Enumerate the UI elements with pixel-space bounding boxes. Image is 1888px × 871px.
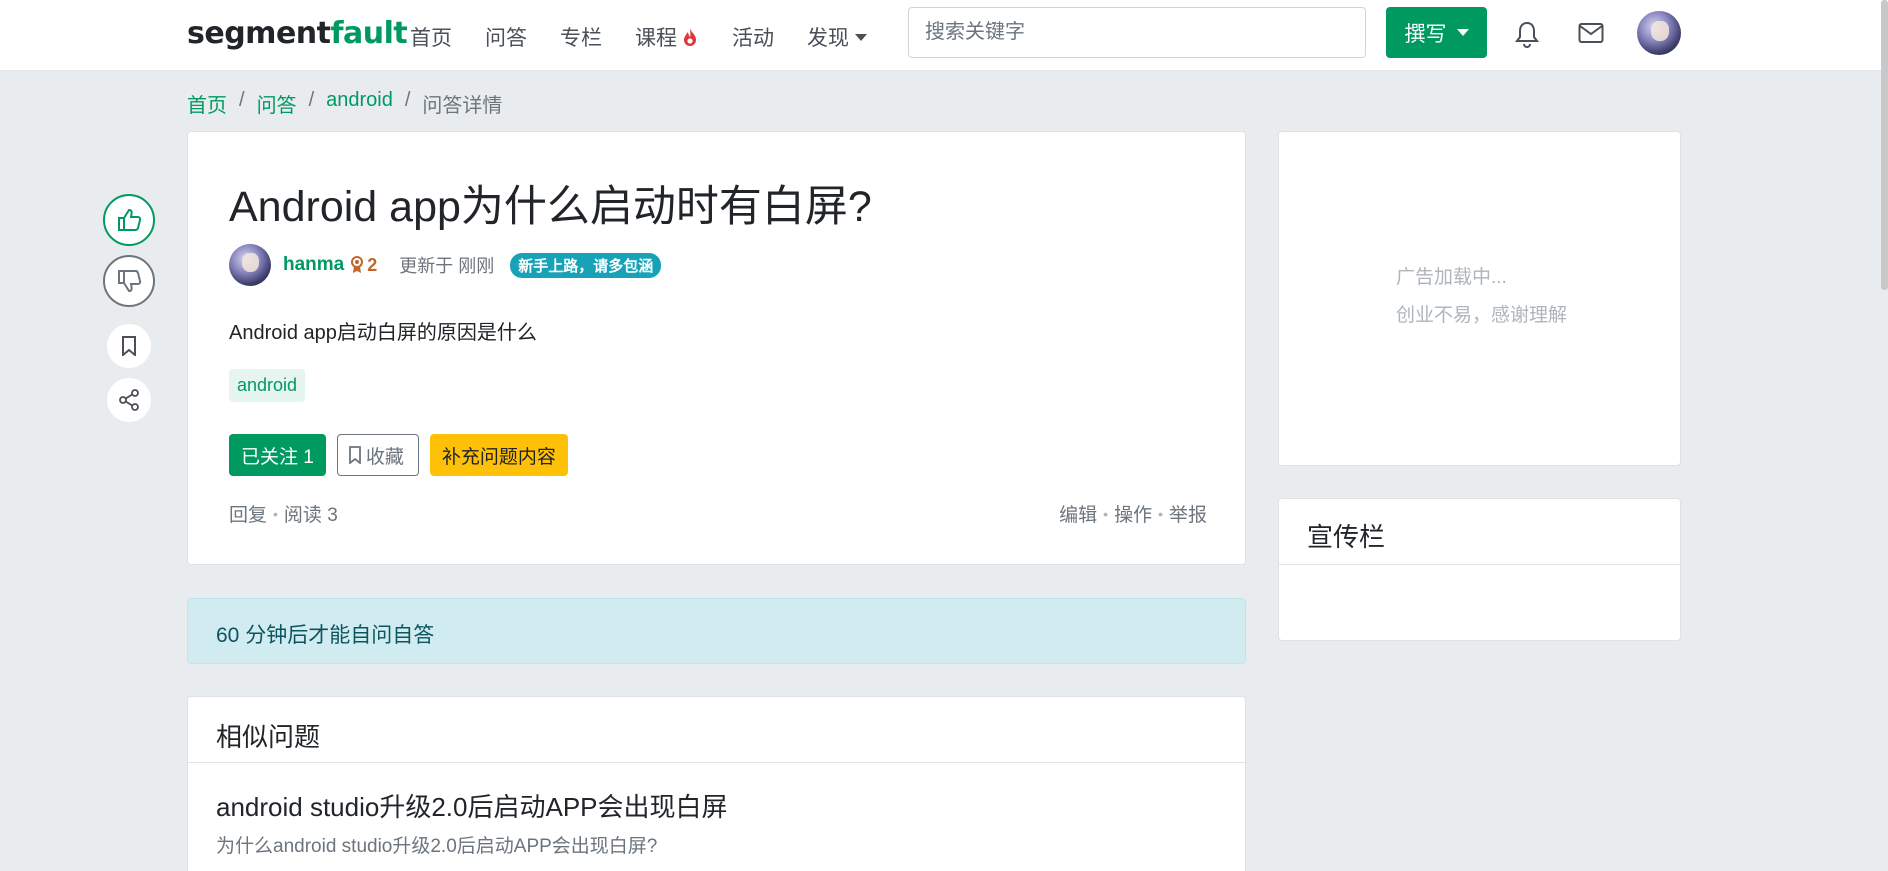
chevron-down-icon <box>855 33 867 41</box>
nav-item-column[interactable]: 专栏 <box>560 22 602 52</box>
reputation: 2 <box>350 255 377 276</box>
share-icon <box>119 389 139 411</box>
collect-button[interactable]: 收藏 <box>336 434 419 476</box>
share-button[interactable] <box>107 378 151 422</box>
breadcrumb-tag[interactable]: android <box>326 89 393 118</box>
downvote-button[interactable] <box>103 255 155 307</box>
question-title: Android app为什么启动时有白屏? <box>229 183 872 231</box>
scrollbar-thumb[interactable] <box>1881 0 1888 290</box>
read-count: 阅读 3 <box>283 505 338 526</box>
bookmark-button[interactable] <box>107 324 151 368</box>
question-actions: 已关注 1 收藏 补充问题内容 <box>229 434 568 476</box>
reply-link[interactable]: 回复 <box>229 500 267 527</box>
promo-heading: 宣传栏 <box>1279 499 1680 565</box>
thumbs-up-icon <box>118 208 142 231</box>
question-admin-links: 编辑 • 操作 • 举报 <box>1059 500 1207 527</box>
similar-questions-card: 相似问题 android studio升级2.0后启动APP会出现白屏 为什么a… <box>187 696 1246 871</box>
bookmark-icon <box>122 336 136 356</box>
operate-link[interactable]: 操作 <box>1114 500 1152 527</box>
breadcrumb-current: 问答详情 <box>422 95 503 117</box>
edit-link[interactable]: 编辑 <box>1059 500 1097 527</box>
follow-button[interactable]: 已关注 1 <box>229 434 326 476</box>
breadcrumb-home[interactable]: 首页 <box>187 89 227 118</box>
updated-time: 更新于 刚刚 <box>399 256 495 276</box>
breadcrumb-qa[interactable]: 问答 <box>257 89 297 118</box>
bell-icon[interactable] <box>1514 20 1540 48</box>
question-body: Android app启动白屏的原因是什么 <box>229 322 537 344</box>
bookmark-icon <box>348 446 361 464</box>
report-link[interactable]: 举报 <box>1169 500 1207 527</box>
site-logo[interactable]: segmentfault <box>187 16 408 51</box>
top-navbar: segmentfault 首页 问答 专栏 课程 活动 发现 撰写 <box>0 0 1888 71</box>
fire-icon <box>684 28 696 46</box>
similar-question-desc: 为什么android studio升级2.0后启动APP会出现白屏? <box>216 836 658 857</box>
author-name[interactable]: hanma <box>283 254 344 276</box>
question-stats: 回复 • 阅读 3 <box>229 500 338 527</box>
promo-card: 宣传栏 <box>1278 498 1681 641</box>
medal-icon <box>351 256 364 273</box>
user-avatar[interactable] <box>1637 11 1681 55</box>
newbie-badge: 新手上路，请多包涵 <box>510 252 662 278</box>
main-nav: 首页 问答 专栏 课程 活动 发现 <box>410 22 900 52</box>
nav-item-course[interactable]: 课程 <box>635 22 699 52</box>
ad-card: 广告加载中... 创业不易，感谢理解 <box>1278 131 1681 466</box>
author-row: hanma 2 更新于 刚刚 新手上路，请多包涵 <box>229 244 662 286</box>
mail-icon[interactable] <box>1578 22 1604 44</box>
upvote-button[interactable] <box>103 194 155 246</box>
nav-item-home[interactable]: 首页 <box>410 22 452 52</box>
ad-thanks-text: 创业不易，感谢理解 <box>1396 305 1568 326</box>
nav-item-qa[interactable]: 问答 <box>485 22 527 52</box>
author-avatar[interactable] <box>229 244 271 286</box>
tag-android[interactable]: android <box>229 369 306 402</box>
similar-questions-heading: 相似问题 <box>188 697 1245 763</box>
search-input[interactable] <box>908 7 1366 58</box>
nav-item-discover[interactable]: 发现 <box>807 22 867 52</box>
chevron-down-icon <box>1456 29 1469 36</box>
thumbs-down-icon <box>118 270 142 293</box>
similar-question-title[interactable]: android studio升级2.0后启动APP会出现白屏 <box>216 787 728 824</box>
nav-item-activity[interactable]: 活动 <box>732 22 774 52</box>
write-button[interactable]: 撰写 <box>1386 7 1487 58</box>
question-card: Android app为什么启动时有白屏? hanma 2 更新于 刚刚 新手上… <box>187 131 1246 565</box>
self-answer-notice: 60 分钟后才能自问自答 <box>187 598 1246 664</box>
supplement-button[interactable]: 补充问题内容 <box>429 434 568 476</box>
breadcrumb: 首页 / 问答 / android / 问答详情 <box>187 89 503 118</box>
ad-loading-text: 广告加载中... <box>1396 267 1507 288</box>
